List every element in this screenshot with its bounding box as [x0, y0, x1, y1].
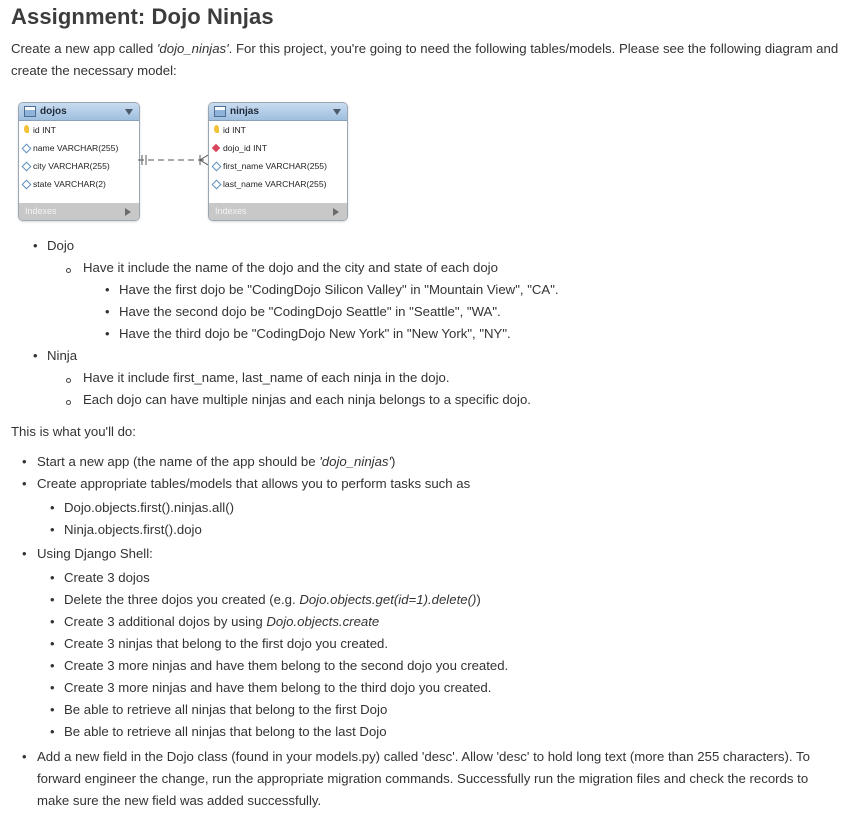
bullet: • — [105, 326, 110, 341]
bullet: • — [33, 348, 38, 363]
dojos-table: dojos id INT name VARCHAR(255) city VARC… — [18, 102, 140, 221]
bullet: • — [105, 282, 110, 297]
dojos-column: city VARCHAR(255) — [19, 157, 139, 175]
spec-ninja-item: Each dojo can have multiple ninjas and e… — [83, 392, 531, 407]
bullet: • — [50, 592, 55, 607]
bullet: • — [22, 546, 27, 561]
bullet: • — [50, 522, 55, 537]
bullet: • — [50, 680, 55, 695]
task-create-models: Create appropriate tables/models that al… — [37, 476, 471, 491]
example-code: Dojo.objects.first().ninjas.all() — [64, 500, 235, 515]
shell-step: Create 3 dojos — [64, 570, 150, 585]
dojos-indexes[interactable]: Indexes — [19, 203, 139, 220]
spec-dojo-sub: Have it include the name of the dojo and… — [83, 260, 498, 275]
foreign-key-icon — [211, 143, 221, 153]
spec-dojo-item: Have the third dojo be "CodingDojo New Y… — [119, 326, 511, 341]
task-shell: Using Django Shell: — [37, 546, 153, 561]
task-desc-field: Add a new field in the Dojo class (found… — [37, 749, 810, 808]
bullet: • — [50, 724, 55, 739]
bullet: • — [22, 476, 27, 491]
shell-step: Delete the three dojos you created (e.g.… — [64, 592, 481, 607]
example-code: Ninja.objects.first().dojo — [64, 522, 202, 537]
nullable-icon — [211, 161, 222, 172]
task-start-app: Start a new app (the name of the app sho… — [37, 454, 396, 469]
shell-step: Create 3 ninjas that belong to the first… — [64, 636, 389, 651]
bullet: • — [50, 570, 55, 585]
chevron-down-icon[interactable] — [125, 109, 133, 115]
ninjas-column: first_name VARCHAR(255) — [209, 157, 347, 175]
spec-dojo-label: Dojo — [47, 238, 75, 253]
spec-ninja-label: Ninja — [47, 348, 78, 363]
relationship-connector — [138, 154, 208, 166]
app-name: 'dojo_ninjas' — [156, 41, 229, 56]
todo-heading: This is what you'll do: — [11, 424, 136, 439]
intro-text: Create a new app called — [11, 41, 157, 56]
dojos-column: name VARCHAR(255) — [19, 139, 139, 157]
spec-dojo-item: Have the first dojo be "CodingDojo Silic… — [119, 282, 559, 297]
ninjas-indexes[interactable]: Indexes — [209, 203, 347, 220]
shell-step: Create 3 additional dojos by using Dojo.… — [64, 614, 380, 629]
spec-dojo-item: Have the second dojo be "CodingDojo Seat… — [119, 304, 501, 319]
ninjas-table-name: ninjas — [230, 106, 259, 117]
ninjas-table: ninjas id INT dojo_id INT first_name VAR… — [208, 102, 348, 221]
nullable-icon — [211, 179, 222, 190]
circle-bullet — [66, 268, 71, 273]
key-icon — [214, 125, 219, 133]
ninjas-column: dojo_id INT — [209, 139, 347, 157]
chevron-right-icon — [125, 208, 131, 216]
spec-ninja-item: Have it include first_name, last_name of… — [83, 370, 450, 385]
key-icon — [24, 125, 29, 133]
shell-step: Create 3 more ninjas and have them belon… — [64, 658, 509, 673]
chevron-right-icon — [333, 208, 339, 216]
intro-paragraph: Create a new app called 'dojo_ninjas'. F… — [11, 38, 841, 82]
bullet: • — [22, 749, 27, 764]
dojos-table-name: dojos — [40, 106, 67, 117]
nullable-icon — [21, 143, 32, 154]
shell-step: Create 3 more ninjas and have them belon… — [64, 680, 492, 695]
ninjas-table-header[interactable]: ninjas — [209, 103, 347, 121]
nullable-icon — [21, 179, 32, 190]
dojos-column: id INT — [19, 121, 139, 139]
shell-step: Be able to retrieve all ninjas that belo… — [64, 724, 387, 739]
bullet: • — [22, 454, 27, 469]
bullet: • — [33, 238, 38, 253]
dojos-table-header[interactable]: dojos — [19, 103, 139, 121]
circle-bullet — [66, 378, 71, 383]
bullet: • — [50, 658, 55, 673]
dojos-column: state VARCHAR(2) — [19, 175, 139, 193]
circle-bullet — [66, 400, 71, 405]
bullet: • — [50, 614, 55, 629]
bullet: • — [50, 702, 55, 717]
table-icon — [24, 106, 36, 117]
ninjas-column: id INT — [209, 121, 347, 139]
table-icon — [214, 106, 226, 117]
chevron-down-icon[interactable] — [333, 109, 341, 115]
bullet: • — [105, 304, 110, 319]
shell-step: Be able to retrieve all ninjas that belo… — [64, 702, 388, 717]
page-title: Assignment: Dojo Ninjas — [11, 4, 274, 29]
ninjas-column: last_name VARCHAR(255) — [209, 175, 347, 193]
bullet: • — [50, 636, 55, 651]
bullet: • — [50, 500, 55, 515]
nullable-icon — [21, 161, 32, 172]
er-diagram: dojos id INT name VARCHAR(255) city VARC… — [18, 100, 350, 222]
